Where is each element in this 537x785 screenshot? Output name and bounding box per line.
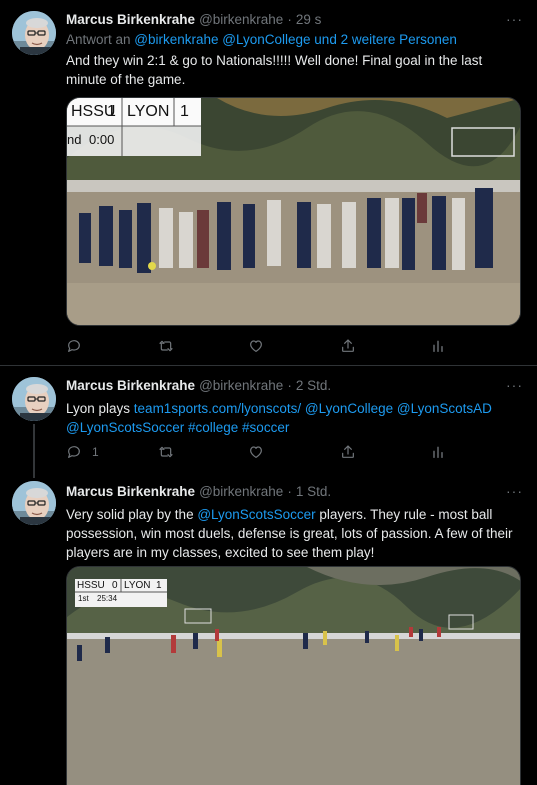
reply-button[interactable] <box>66 336 92 356</box>
tweet-2[interactable]: Marcus Birkenkrahe @birkenkrahe · 2 Std.… <box>0 366 537 476</box>
game-period: nd <box>67 132 82 147</box>
analytics-icon <box>430 338 446 354</box>
share-button[interactable] <box>340 336 356 356</box>
away-score: 1 <box>156 580 162 591</box>
tweet-media-video[interactable]: HSSU 1 LYON 1 nd 0:00 <box>66 97 521 326</box>
author-name[interactable]: Marcus Birkenkrahe <box>66 483 195 501</box>
game-period: 1st <box>78 594 89 603</box>
author-name[interactable]: Marcus Birkenkrahe <box>66 11 195 29</box>
tweet-text: Very solid play by the @LyonScotsSoccer … <box>66 505 523 562</box>
author-handle[interactable]: @birkenkrahe <box>199 11 283 29</box>
avatar-image <box>12 377 56 421</box>
scoreboard: HSSU 1 LYON 1 nd 0:00 <box>67 98 201 156</box>
tweet-1[interactable]: Marcus Birkenkrahe @birkenkrahe · 29 s ·… <box>0 0 537 364</box>
analytics-icon <box>430 444 446 460</box>
like-icon <box>248 338 264 354</box>
retweet-button[interactable] <box>158 442 174 462</box>
reply-context: Antwort an @birkenkrahe @LyonCollege und… <box>66 31 523 49</box>
text-mention[interactable]: @LyonScotsSoccer <box>197 507 315 522</box>
author-handle[interactable]: @birkenkrahe <box>199 483 283 501</box>
separator-dot: · <box>287 484 292 499</box>
home-score: 1 <box>107 103 116 120</box>
share-icon <box>340 338 356 354</box>
avatar[interactable] <box>12 377 56 421</box>
game-clock: 25:34 <box>97 594 118 603</box>
share-icon <box>340 444 356 460</box>
reply-count: 1 <box>92 445 99 459</box>
text-part-a: Very solid play by the <box>66 507 198 522</box>
home-score: 0 <box>112 580 118 591</box>
tweet-timestamp[interactable]: 1 Std. <box>296 483 331 501</box>
retweet-icon <box>158 444 174 460</box>
scoreboard: HSSU 0 LYON 1 1st 25:34 <box>75 579 167 607</box>
tweet-text: Lyon plays team1sports.com/lyonscots/ @L… <box>66 399 523 437</box>
tweet-actions: 1 <box>60 442 460 462</box>
home-team: HSSU <box>77 580 105 591</box>
author-name[interactable]: Marcus Birkenkrahe <box>66 377 195 395</box>
retweet-icon <box>158 338 174 354</box>
reply-button[interactable]: 1 <box>66 442 99 462</box>
tweet-timestamp[interactable]: 29 s <box>296 11 322 29</box>
retweet-button[interactable] <box>158 336 174 356</box>
separator-dot: · <box>287 12 292 27</box>
game-clock: 0:00 <box>89 132 115 147</box>
more-icon[interactable]: ··· <box>506 11 523 27</box>
avatar[interactable] <box>12 11 56 55</box>
like-button[interactable] <box>248 442 264 462</box>
tweet-actions <box>60 336 460 356</box>
away-team: LYON <box>127 103 170 120</box>
author-handle[interactable]: @birkenkrahe <box>199 377 283 395</box>
analytics-button[interactable] <box>430 336 446 356</box>
reply-icon <box>66 338 82 354</box>
reply-prefix: Antwort an <box>66 32 135 47</box>
share-button[interactable] <box>340 442 356 462</box>
avatar[interactable] <box>12 481 56 525</box>
tweet-timestamp[interactable]: 2 Std. <box>296 377 331 395</box>
analytics-button[interactable] <box>430 442 446 462</box>
away-team: LYON <box>124 580 151 591</box>
avatar-image <box>12 481 56 525</box>
reply-mentions[interactable]: @birkenkrahe @LyonCollege und 2 weitere … <box>134 32 457 47</box>
like-icon <box>248 444 264 460</box>
separator-dot: · <box>287 378 292 393</box>
more-icon[interactable]: ··· <box>506 483 523 499</box>
like-button[interactable] <box>248 336 264 356</box>
avatar-image <box>12 11 56 55</box>
tweet-media-video[interactable]: HSSU 0 LYON 1 1st 25:34 <box>66 566 521 785</box>
tweet-text: And they win 2:1 & go to Nationals!!!!! … <box>66 53 483 87</box>
away-score: 1 <box>180 103 189 120</box>
text-prefix: Lyon plays <box>66 401 134 416</box>
tweet-3[interactable]: Marcus Birkenkrahe @birkenkrahe · 1 Std.… <box>0 470 537 785</box>
reply-icon <box>66 444 82 460</box>
more-icon[interactable]: ··· <box>506 377 523 393</box>
